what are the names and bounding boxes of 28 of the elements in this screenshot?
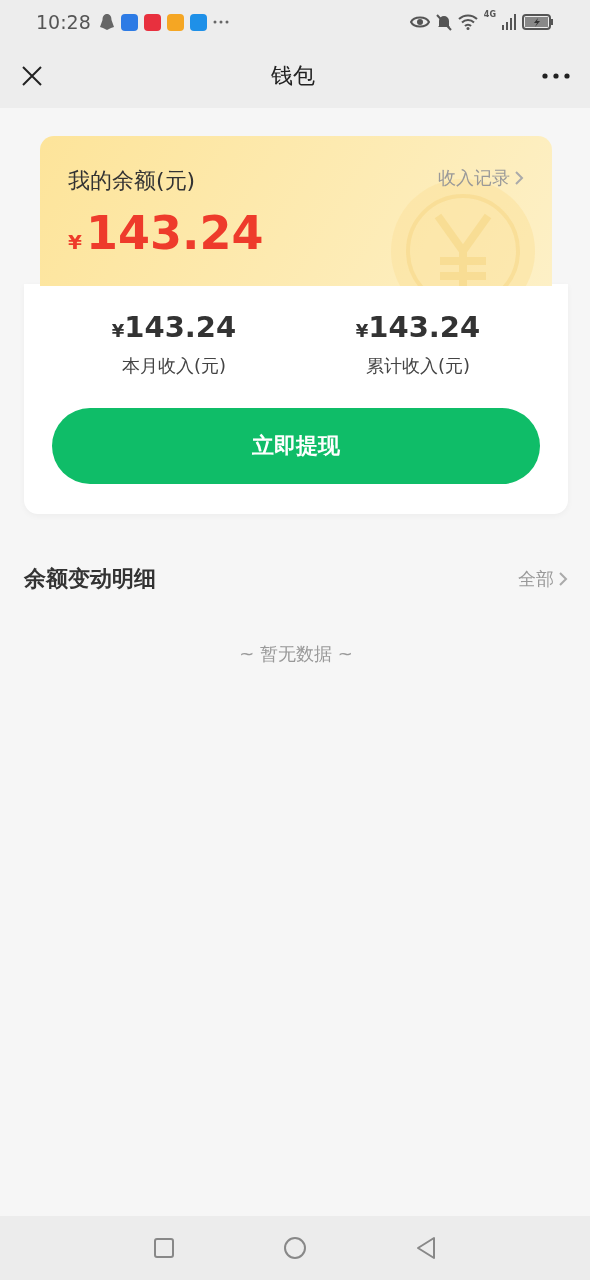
chevron-right-icon: [514, 170, 524, 186]
chevron-right-icon: [558, 571, 568, 587]
more-icon: [212, 20, 229, 24]
more-icon: [542, 73, 570, 79]
income-label: 累计收入(元): [365, 354, 470, 378]
status-time: 10:28: [36, 11, 91, 33]
signal-icon: [502, 14, 516, 30]
income-amount: ¥143.24: [355, 310, 481, 344]
app-notification-icon: [143, 13, 161, 31]
network-label: 4G: [483, 10, 496, 19]
app-notification-icon: [120, 13, 138, 31]
close-icon: [20, 64, 44, 88]
view-all-link[interactable]: 全部: [518, 567, 568, 591]
balance-amount: ¥143.24: [68, 206, 264, 260]
eye-icon: [409, 15, 430, 29]
app-notification-icon: [189, 13, 207, 31]
section-title: 余额变动明细: [24, 565, 156, 593]
page-title: 钱包: [271, 62, 315, 90]
app-notification-icon: [166, 13, 184, 31]
withdraw-button[interactable]: 立即提现: [52, 408, 540, 484]
wifi-icon: [457, 14, 478, 30]
battery-icon: [522, 14, 554, 30]
income-amount: ¥143.24: [111, 310, 237, 344]
balance-label: 我的余额(元): [68, 167, 197, 195]
income-label: 本月收入(元): [121, 354, 226, 378]
muted-bell-icon: [435, 13, 452, 31]
income-record-link[interactable]: 收入记录: [438, 166, 524, 190]
empty-state-text: ~ 暂无数据 ~: [239, 642, 353, 666]
